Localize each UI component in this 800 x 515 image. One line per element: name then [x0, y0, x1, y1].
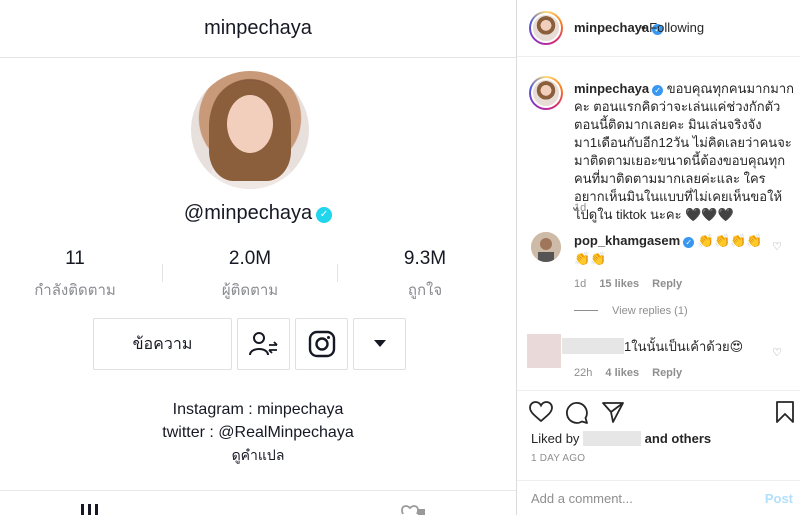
instagram-icon [308, 330, 335, 358]
post-author-avatar[interactable] [529, 11, 563, 45]
add-comment-input[interactable]: Add a comment... [531, 491, 633, 506]
caption-timestamp[interactable]: 1d [574, 202, 586, 214]
commenter-avatar[interactable] [531, 232, 561, 262]
comment-1-like-icon[interactable]: ♡ [772, 240, 782, 253]
redacted-username [562, 338, 624, 354]
verified-icon: ✓ [316, 207, 333, 223]
save-button[interactable] [775, 401, 795, 428]
tiktok-profile-screenshot: minpechaya @minpechaya ✓ 11 กำลังติดตาม 2… [0, 0, 516, 515]
comment-1-time[interactable]: 1d [574, 278, 586, 290]
user-swap-icon [248, 332, 278, 356]
stat-likes: 9.3M ถูกใจ [350, 248, 500, 302]
post-comment-button[interactable]: Post [765, 491, 793, 506]
stat-divider [337, 264, 338, 282]
following-button[interactable]: • Following [641, 20, 704, 35]
post-date[interactable]: 1 DAY AGO [531, 453, 585, 464]
comment-2: 1ในนั้นเป็นเค้าด้วย😍 [562, 338, 772, 356]
caret-down-icon [373, 340, 386, 347]
commenter-avatar-blurred[interactable] [527, 334, 561, 368]
share-button[interactable] [601, 401, 625, 428]
grid-icon [81, 504, 98, 515]
liked-by: Liked by and others [531, 431, 711, 446]
translate-link[interactable]: ดูคำแปล [0, 444, 516, 467]
comment-2-likes[interactable]: 4 likes [605, 367, 639, 379]
profile-header: minpechaya [0, 0, 516, 58]
bookmark-icon [776, 401, 794, 423]
videos-tab[interactable] [80, 500, 100, 515]
bio-instagram: Instagram : minpechaya [172, 401, 344, 418]
comment-icon [566, 402, 588, 424]
comment-1-meta: 1d 15 likes Reply [574, 278, 682, 290]
instagram-post-panel: minpechaya ✓ • Following minpechaya ✓ ขอบค… [516, 0, 800, 515]
caption-author-name[interactable]: minpechaya [574, 81, 649, 96]
view-replies-label[interactable]: View replies (1) [612, 305, 688, 317]
redacted-liker [583, 431, 642, 446]
comment-2-like-icon[interactable]: ♡ [772, 346, 782, 359]
profile-header-title: minpechaya [204, 17, 312, 39]
caption-text: ขอบคุณทุกคนมากมากคะ ตอนแรกคิดว่าจะเล่นแค… [574, 81, 794, 222]
message-button[interactable]: ข้อความ [93, 318, 232, 370]
stat-divider [162, 264, 163, 282]
comment-2-time[interactable]: 22h [574, 367, 592, 379]
profile-avatar [191, 71, 309, 189]
stat-following-label: กำลังติดตาม [34, 282, 116, 299]
more-options-button[interactable] [353, 318, 406, 370]
comment-1-reply[interactable]: Reply [652, 278, 682, 290]
post-caption: minpechaya ✓ ขอบคุณทุกคนมากมากคะ ตอนแรกคิ… [574, 80, 794, 224]
comment-1: pop_khamgasem ✓ 👏👏👏👏👏👏 [574, 232, 769, 268]
liked-tab[interactable] [400, 500, 426, 515]
post-actions: Liked by and others 1 DAY AGO [517, 390, 800, 480]
liked-by-prefix: Liked by [531, 431, 580, 446]
follow-user-button[interactable] [237, 318, 290, 370]
profile-stats: 11 กำลังติดตาม 2.0M ผู้ติดตาม 9.3M ถูกใจ [0, 248, 516, 300]
view-replies-button[interactable]: View replies (1) [574, 305, 688, 317]
bio-twitter: twitter : @RealMinpechaya [162, 424, 354, 441]
post-author-name[interactable]: minpechaya [574, 20, 649, 35]
stat-likes-count: 9.3M [403, 248, 447, 269]
instagram-link-button[interactable] [295, 318, 348, 370]
stat-following-count: 11 [65, 248, 85, 269]
verified-icon: ✓ [652, 85, 664, 96]
comment-1-likes[interactable]: 15 likes [599, 278, 639, 290]
post-header: minpechaya ✓ • Following [517, 0, 800, 57]
stat-following: 11 กำลังติดตาม [0, 248, 150, 302]
comment-2-reply[interactable]: Reply [652, 367, 682, 379]
stat-likes-label: ถูกใจ [407, 282, 443, 299]
comment-2-text: 1ในนั้นเป็นเค้าด้วย😍 [624, 339, 744, 354]
liked-by-others[interactable]: and others [645, 431, 711, 446]
add-comment-bar: Add a comment... Post [517, 480, 800, 515]
comment-2-meta: 22h 4 likes Reply [574, 367, 682, 379]
tab-divider [0, 490, 516, 491]
stat-followers: 2.0M ผู้ติดตาม [175, 248, 325, 302]
profile-handle-text: @minpechaya [183, 202, 313, 224]
caption-author-avatar[interactable] [529, 76, 563, 110]
heart-icon [529, 401, 553, 423]
profile-handle: @minpechaya ✓ [0, 202, 516, 225]
profile-bio: Instagram : minpechaya twitter : @RealMi… [0, 398, 516, 467]
comment-1-username[interactable]: pop_khamgasem [574, 233, 680, 248]
like-button[interactable] [529, 401, 553, 428]
heart-lock-icon [401, 505, 425, 515]
stat-followers-label: ผู้ติดตาม [221, 282, 279, 299]
stat-followers-count: 2.0M [228, 248, 272, 269]
verified-icon: ✓ [683, 237, 695, 248]
send-icon [602, 402, 624, 423]
comment-button[interactable] [565, 401, 589, 430]
